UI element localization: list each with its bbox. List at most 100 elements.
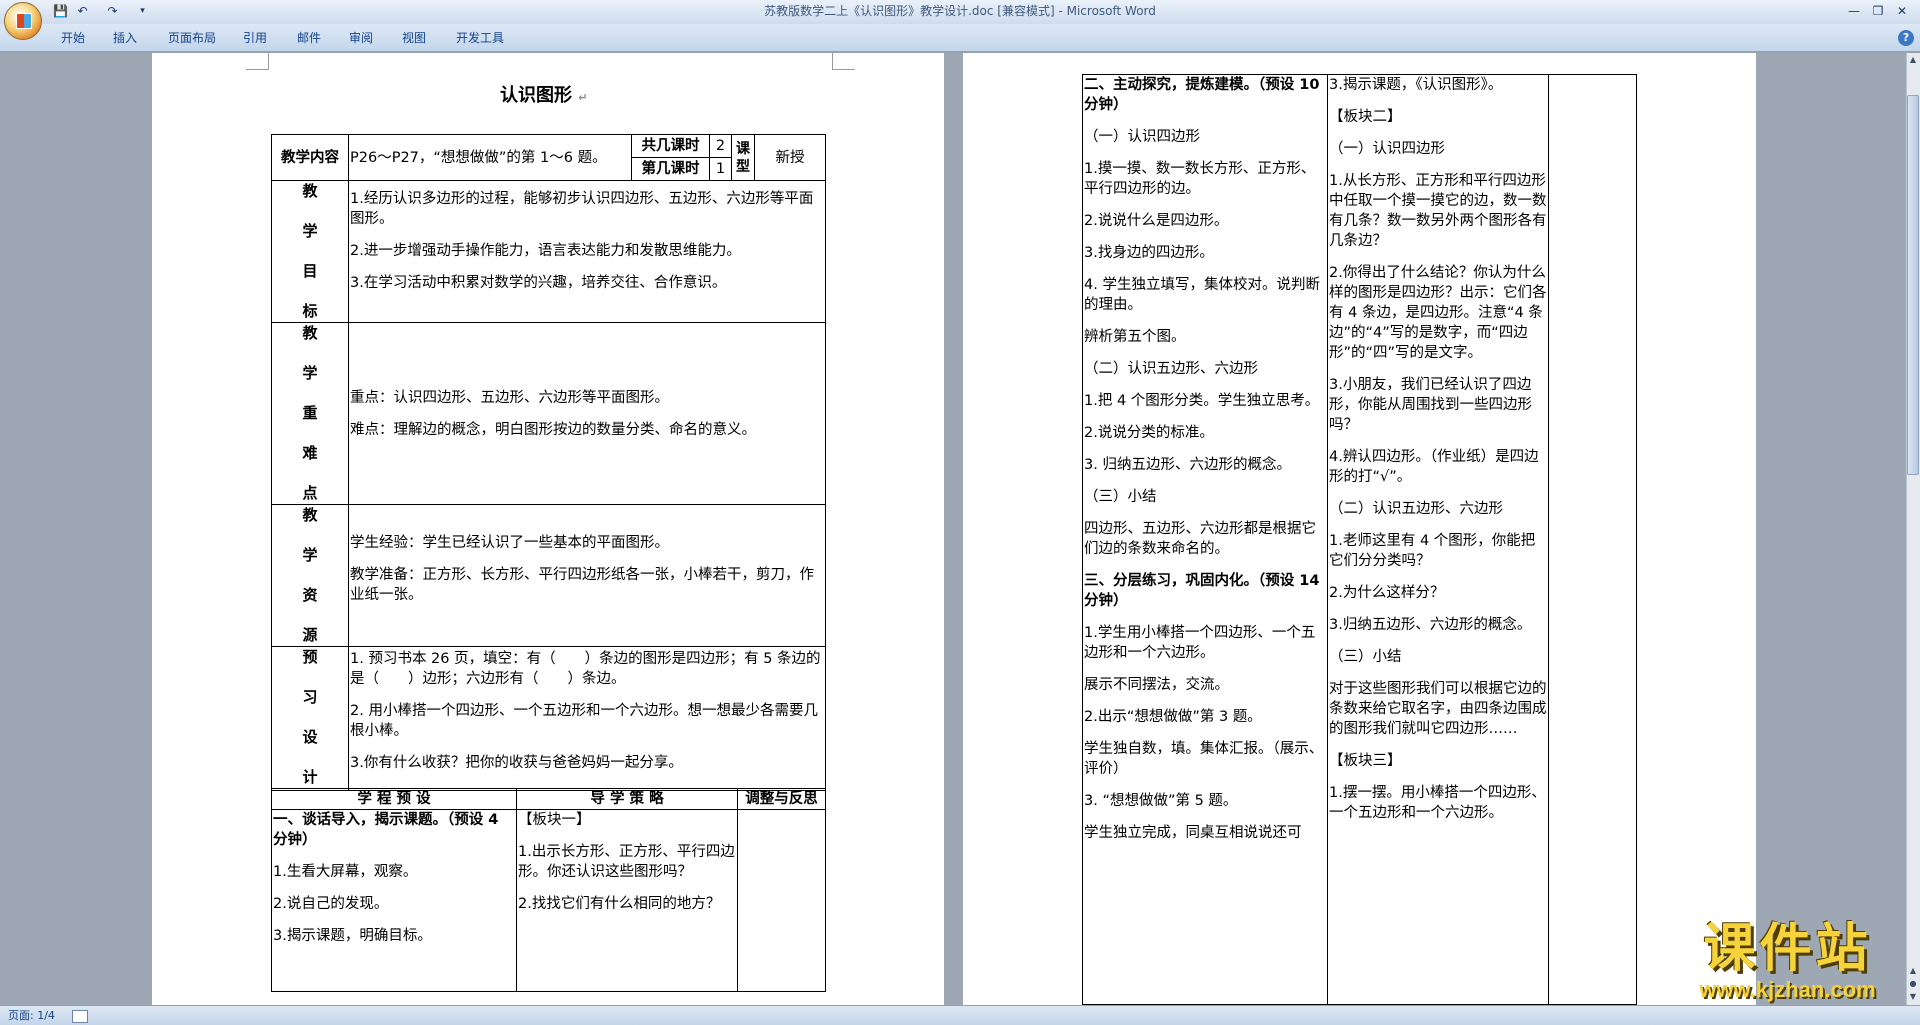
lesson-table: 教学内容 P26～P27，“想想做做”的第 1～6 题。 共几课时 2 课型 新…: [271, 134, 826, 791]
text-item: 【板块三】: [1329, 753, 1402, 769]
value-total-periods: 2: [709, 134, 732, 158]
scroll-up-icon[interactable]: ▲: [1907, 54, 1919, 66]
text-item: 展示不同摆法，交流。: [1084, 677, 1229, 693]
label-current-period: 第几课时: [631, 157, 710, 181]
text-item: 2.出示“想想做做”第 3 题。: [1084, 709, 1262, 725]
page-title: 认识图形 ↵: [500, 85, 588, 106]
value-lesson-type: 新授: [754, 134, 826, 181]
tab-home[interactable]: 开始: [56, 28, 90, 48]
label-objectives: 教学目标: [271, 180, 349, 323]
window-title: 苏教版数学二上《认识图形》教学设计.doc [兼容模式] - Microsoft…: [764, 4, 1156, 18]
text-item: （三）小结: [1329, 649, 1402, 665]
crop-mark: [832, 53, 855, 70]
text-item: 辨析第五个图。: [1084, 329, 1186, 345]
watermark-url: www.kjzhan.com: [1699, 977, 1876, 1002]
text-item: 4.辨认四边形。（作业纸）是四边形的打“√”。: [1329, 449, 1539, 485]
tab-references[interactable]: 引用: [238, 28, 272, 48]
tab-view[interactable]: 视图: [397, 28, 431, 48]
column-header: 调整与反思: [737, 788, 826, 810]
resources-content: 学生经验：学生已经认识了一些基本的平面图形。 教学准备：正方形、长方形、平行四边…: [348, 504, 826, 647]
preview-item: 3.你有什么收获？把你的收获与爸爸妈妈一起分享。: [350, 755, 683, 771]
value-current-period: 1: [709, 157, 732, 181]
tab-mailings[interactable]: 邮件: [292, 28, 326, 48]
strategy1-cell: 【板块一】 1.出示长方形、正方形、平行四边形。你还认识这些图形吗？ 2.找找它…: [516, 809, 738, 992]
objectives-content: 1.经历认识多边形的过程，能够初步认识四边形、五边形、六边形等平面图形。 2.进…: [348, 180, 826, 323]
text-item: 4. 学生独立填写，集体校对。说判断的理由。: [1084, 277, 1320, 313]
text-item: 3.揭示课题，《认识图形》。: [1329, 77, 1503, 93]
resource-item: 教学准备：正方形、长方形、平行四边形纸各一张，小棒若干，剪刀，作业纸一张。: [350, 567, 814, 603]
strategy-item: 2.找找它们有什么相同的地方？: [518, 896, 721, 912]
key-points-content: 重点：认识四边形、五边形、六边形等平面图形。 难点：理解边的概念，明白图形按边的…: [348, 322, 826, 505]
process-middle-cell: 3.揭示课题，《认识图形》。 【板块二】 （一）认识四边形 1.从长方形、正方形和平行…: [1327, 74, 1549, 1005]
text-item: 3. 归纳五边形、六边形的概念。: [1084, 457, 1291, 473]
tab-developer[interactable]: 开发工具: [452, 28, 508, 48]
text-item: （三）小结: [1084, 489, 1157, 505]
text-item: 1.摆一摆。用小棒搭一个四边形、一个五边形和一个六边形。: [1329, 785, 1546, 821]
strategy-item: 1.出示长方形、正方形、平行四边形。你还认识这些图形吗？: [518, 844, 735, 880]
label-total-periods: 共几课时: [631, 134, 710, 158]
label-lesson-type: 课型: [731, 134, 755, 181]
text-item: 2.说说什么是四边形。: [1084, 213, 1229, 229]
tab-insert[interactable]: 插入: [108, 28, 142, 48]
reflection-cell[interactable]: [737, 809, 826, 992]
section-item: 3.揭示课题，明确目标。: [273, 928, 432, 944]
column-header: 学 程 预 设: [271, 788, 517, 810]
close-icon[interactable]: ✕: [1890, 2, 1914, 20]
text-item: 四边形、五边形、六边形都是根据它们边的条数来命名的。: [1084, 521, 1316, 557]
text-item: （一）认识四边形: [1329, 141, 1445, 157]
objective-item: 2.进一步增强动手操作能力，语言表达能力和发散思维能力。: [350, 243, 741, 259]
label-key-points: 教学重难点: [271, 322, 349, 505]
text-item: 1.摸一摸、数一数长方形、正方形、平行四边形的边。: [1084, 161, 1316, 197]
text-item: 3. “想想做做”第 5 题。: [1084, 793, 1238, 809]
ribbon: [0, 24, 1920, 52]
process-table-continued: 二、主动探究，提炼建模。（预设 10 分钟） （一）认识四边形 1.摸一摸、数一数长…: [1082, 74, 1637, 1005]
crop-mark: [246, 53, 269, 70]
text-item: 1.学生用小棒搭一个四边形、一个五边形和一个六边形。: [1084, 625, 1316, 661]
text-item: （一）认识四边形: [1084, 129, 1200, 145]
text-item: 3.归纳五边形、六边形的概念。: [1329, 617, 1532, 633]
section-heading: 三、分层练习，巩固内化。（预设 14 分钟）: [1084, 573, 1320, 609]
reflection-cell[interactable]: [1548, 74, 1637, 1005]
help-icon[interactable]: ?: [1898, 30, 1914, 46]
label-preview: 预习设计: [271, 646, 349, 791]
restore-icon[interactable]: ❐: [1866, 2, 1890, 20]
text-item: 2.你得出了什么结论？你认为什么样的图形是四边形？出示：它们各有 4 条边，是四…: [1329, 265, 1547, 361]
text-item: （二）认识五边形、六边形: [1084, 361, 1258, 377]
text-item: 对于这些图形我们可以根据它边的条数来给它取名字，由四条边围成的图形我们就叫它四边…: [1329, 681, 1547, 737]
minimize-icon[interactable]: —: [1842, 2, 1866, 20]
section-item: 2.说自己的发现。: [273, 896, 389, 912]
watermark-logo: 课件站: [1703, 918, 1872, 979]
text-item: （二）认识五边形、六边形: [1329, 501, 1503, 517]
text-item: 3.小朋友，我们已经认识了四边形，你能从周围找到一些四边形吗？: [1329, 377, 1532, 433]
label-resources: 教学资源: [271, 504, 349, 647]
text-item: 1.从长方形、正方形和平行四边形中任取一个摸一摸它的边，数一数有几条？数一数另外…: [1329, 173, 1547, 249]
text-item: 1.把 4 个图形分类。学生独立思考。: [1084, 393, 1320, 409]
text-item: 学生独自数，填。集体汇报。（展示、评价）: [1084, 741, 1324, 777]
page-2: 二、主动探究，提炼建模。（预设 10 分钟） （一）认识四边形 1.摸一摸、数一数长…: [963, 53, 1756, 1005]
key-point-item: 重点：认识四边形、五边形、六边形等平面图形。: [350, 389, 669, 406]
preview-item: 2. 用小棒搭一个四边形、一个五边形和一个六边形。想一想最少各需要几根小棒。: [350, 703, 818, 739]
status-bar: 页面: 1/4: [0, 1005, 1920, 1025]
text-item: 2.为什么这样分？: [1329, 585, 1445, 601]
tab-page-layout[interactable]: 页面布局: [164, 28, 220, 48]
block-heading: 【板块一】: [518, 812, 591, 828]
label-content: 教学内容: [271, 134, 349, 181]
text-item: 【板块二】: [1329, 109, 1402, 125]
section-heading: 二、主动探究，提炼建模。（预设 10 分钟）: [1084, 77, 1320, 113]
resource-item: 学生经验：学生已经认识了一些基本的平面图形。: [350, 535, 669, 551]
section-heading: 一、谈话导入，揭示课题。（预设 4 分钟）: [273, 812, 499, 848]
text-item: 1.老师这里有 4 个图形，你能把它们分分类吗？: [1329, 533, 1536, 569]
preview-item: 1. 预习书本 26 页，填空：有（ ）条边的图形是四边形；有 5 条边的是（ …: [350, 651, 821, 687]
office-button[interactable]: [4, 2, 42, 40]
tab-review[interactable]: 审阅: [344, 28, 378, 48]
watermark: 课件站 www.kjzhan.com: [1665, 920, 1910, 1005]
scroll-thumb[interactable]: [1907, 95, 1919, 475]
section-item: 1.生看大屏幕，观察。: [273, 864, 418, 880]
text-item: 学生独立完成，同桌互相说说还可: [1084, 825, 1302, 841]
objective-item: 1.经历认识多边形的过程，能够初步认识四边形、五边形、六边形等平面图形。: [350, 191, 814, 227]
section1-cell: 一、谈话导入，揭示课题。（预设 4 分钟） 1.生看大屏幕，观察。 2.说自己的…: [271, 809, 517, 992]
page-counter[interactable]: 页面: 1/4: [8, 1009, 55, 1022]
office-logo-icon: [16, 13, 32, 29]
proofing-icon[interactable]: [72, 1009, 89, 1023]
column-header: 导 学 策 略: [516, 788, 738, 810]
